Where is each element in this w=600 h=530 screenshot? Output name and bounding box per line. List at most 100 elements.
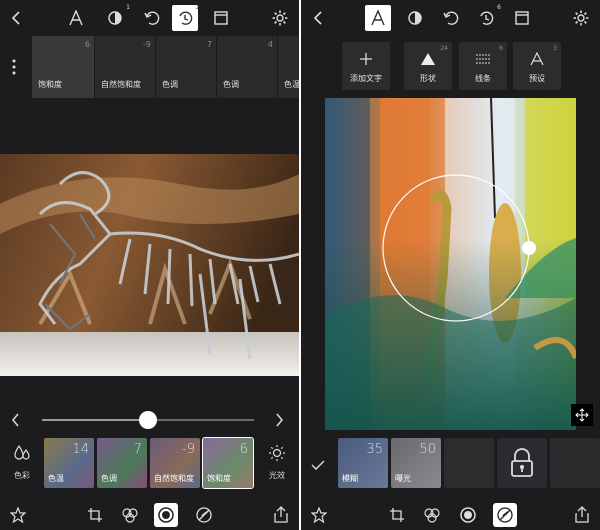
compare-button[interactable]: [208, 5, 234, 31]
locked-effect-thumb[interactable]: [497, 438, 547, 488]
preset-value: 6: [84, 40, 90, 49]
text-tool-button[interactable]: [63, 5, 89, 31]
settings-button[interactable]: [267, 5, 293, 31]
crop-button[interactable]: [385, 503, 409, 527]
compare-button[interactable]: [509, 5, 535, 31]
preset-label: 色温: [284, 80, 299, 89]
preset-value: -9: [143, 40, 151, 49]
chevron-left-icon: [12, 413, 19, 427]
effect-value: 50: [419, 442, 436, 457]
chevron-left-icon: [313, 11, 322, 25]
adjust-slider-fill: [42, 419, 148, 421]
share-button[interactable]: [570, 503, 594, 527]
more-menu-button[interactable]: [7, 58, 21, 76]
crop-button[interactable]: [83, 503, 107, 527]
preset-item[interactable]: 6 饱和度: [32, 36, 94, 98]
adjust-slider-thumb[interactable]: [139, 411, 157, 429]
back-button[interactable]: [4, 5, 30, 31]
share-icon: [575, 506, 589, 523]
left-screen: 1 2 6 饱和度 -9 自然饱和度 7 色调 4 色调 色温 色彩 14 色温…: [0, 0, 299, 530]
photo-canvas[interactable]: [0, 154, 299, 376]
compare-icon: [515, 11, 529, 25]
bottom-toolbar: [301, 500, 600, 530]
history-button[interactable]: 2: [172, 4, 200, 31]
effect-label: 模糊: [342, 474, 358, 483]
preset-label: 色调: [162, 80, 178, 89]
text-tool-button[interactable]: [365, 5, 391, 31]
tool-count: 24: [440, 45, 448, 52]
healing-button[interactable]: [192, 503, 216, 527]
adjust-value: 14: [72, 442, 89, 457]
effect-label: 曝光: [395, 474, 411, 483]
droplets-icon: [14, 444, 30, 460]
color-category-label: 色彩: [14, 471, 30, 480]
circles-icon: [424, 508, 440, 523]
confirm-button[interactable]: [311, 456, 327, 472]
undo-button[interactable]: [438, 5, 464, 31]
adjust-button[interactable]: [154, 503, 178, 527]
adjust-label: 色温: [48, 474, 64, 483]
adjust-thumb[interactable]: -9 自然饱和度: [150, 438, 200, 488]
chevron-left-icon: [11, 11, 20, 25]
right-screen: 6 添加文字 24 形状 6 线条 3 预设 35 模糊 50 曝光: [301, 0, 600, 530]
effect-thumb[interactable]: 50 曝光: [391, 438, 441, 488]
adjust-label: 饱和度: [207, 474, 231, 483]
adjust-button[interactable]: [456, 503, 480, 527]
history-badge: 6: [497, 4, 501, 11]
triangle-icon: [421, 53, 435, 65]
favorite-button[interactable]: [307, 503, 331, 527]
text-icon: [530, 52, 544, 66]
adjust-thumb[interactable]: 7 色调: [97, 438, 147, 488]
effect-value: 35: [366, 442, 383, 457]
healing-button[interactable]: [493, 503, 517, 527]
preset-label: 色调: [223, 80, 239, 89]
adjust-icon: [460, 507, 476, 523]
undo-icon: [144, 11, 160, 25]
settings-button[interactable]: [568, 5, 594, 31]
adjust-thumb-selected[interactable]: 6 饱和度: [202, 437, 254, 489]
filters-button[interactable]: [420, 503, 444, 527]
effect-thumb[interactable]: [444, 438, 494, 488]
looks-button[interactable]: [402, 5, 428, 31]
tool-label: 线条: [475, 74, 491, 83]
looks-icon: [108, 11, 122, 25]
adjust-thumb[interactable]: 14 色温: [44, 438, 94, 488]
color-category-button[interactable]: 色彩: [8, 444, 36, 481]
text-icon: [69, 10, 83, 26]
share-button[interactable]: [269, 503, 293, 527]
history-button[interactable]: 6: [473, 4, 501, 31]
adjust-value: 6: [239, 442, 248, 457]
circles-icon: [122, 508, 138, 523]
text-icon: [371, 10, 385, 26]
preset-item[interactable]: 4 色调: [217, 36, 277, 98]
lock-icon: [511, 448, 533, 477]
tool-count: 3: [553, 45, 557, 52]
light-category-button[interactable]: 光效: [263, 444, 291, 481]
add-text-tool[interactable]: 添加文字: [342, 42, 390, 90]
gear-icon: [573, 10, 589, 26]
effect-thumb[interactable]: 35 模糊: [338, 438, 388, 488]
dinosaur-skeleton-photo: [0, 154, 299, 376]
effect-thumb[interactable]: [550, 438, 600, 488]
back-button[interactable]: [306, 5, 332, 31]
tool-label: 添加文字: [350, 74, 382, 83]
lines-tool[interactable]: 6 线条: [459, 42, 507, 90]
preset-item[interactable]: -9 自然饱和度: [95, 36, 155, 98]
light-category-label: 光效: [269, 471, 285, 480]
preset-item[interactable]: 7 色调: [156, 36, 216, 98]
shape-tool[interactable]: 24 形状: [404, 42, 452, 90]
move-handle[interactable]: [571, 404, 593, 426]
adjust-label: 色调: [101, 474, 117, 483]
undo-icon: [443, 11, 459, 25]
favorite-button[interactable]: [6, 503, 30, 527]
preset-label: 自然饱和度: [101, 80, 141, 89]
undo-button[interactable]: [139, 5, 165, 31]
next-button[interactable]: [273, 412, 287, 430]
star-icon: [311, 507, 327, 523]
prev-button[interactable]: [10, 412, 24, 430]
photo-canvas[interactable]: [325, 98, 576, 430]
filters-button[interactable]: [118, 503, 142, 527]
preset-tool[interactable]: 3 预设: [513, 42, 561, 90]
looks-button[interactable]: 1: [102, 4, 130, 31]
preset-item[interactable]: 色温: [278, 36, 299, 98]
